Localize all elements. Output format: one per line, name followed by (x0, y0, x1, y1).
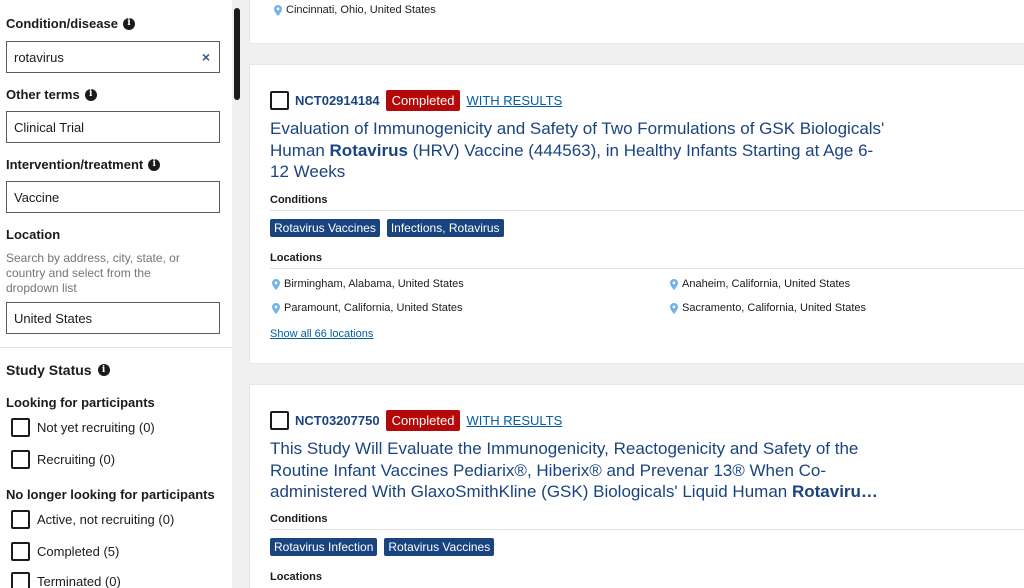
conditions-tags: Rotavirus Vaccines Infections, Rotavirus (270, 219, 504, 237)
clear-icon[interactable]: × (202, 49, 210, 65)
sidebar-scrollbar-thumb[interactable] (234, 8, 240, 100)
group-title: Looking for participants (6, 395, 155, 410)
divider (0, 347, 232, 348)
nct-id[interactable]: NCT03207750 (295, 413, 380, 428)
status-checkbox-not-yet-recruiting[interactable]: Not yet recruiting (0) (11, 418, 155, 437)
checkbox[interactable] (11, 418, 30, 437)
checkbox[interactable] (11, 450, 30, 469)
info-icon[interactable]: i (148, 158, 161, 171)
status-checkbox-terminated[interactable]: Terminated (0) (11, 572, 121, 588)
card-header: NCT02914184 Completed WITH RESULTS (270, 90, 562, 111)
location-item: Birmingham, Alabama, United States (272, 278, 464, 290)
filter-sidebar: Condition/disease i rotavirus × Other te… (0, 0, 232, 588)
location-item: Paramount, California, United States (272, 302, 463, 314)
checkbox[interactable] (11, 572, 30, 588)
locations-label: Locations (270, 571, 322, 583)
checkbox[interactable] (11, 510, 30, 529)
map-pin-icon (670, 278, 678, 290)
status-checkbox-completed[interactable]: Completed (5) (11, 542, 119, 561)
location-label: Location (6, 227, 61, 242)
info-icon[interactable]: i (97, 364, 110, 376)
locations-label: Locations (270, 252, 322, 264)
map-pin-icon (670, 302, 678, 314)
status-checkbox-recruiting[interactable]: Recruiting (0) (11, 450, 115, 469)
group-title: No longer looking for participants (6, 487, 215, 502)
nct-id[interactable]: NCT02914184 (295, 93, 380, 108)
with-results-link[interactable]: WITH RESULTS (466, 93, 562, 108)
divider (270, 529, 1024, 530)
location-item: Cincinnati, Ohio, United States (274, 4, 436, 16)
location-hint: Search by address, city, state, or count… (6, 251, 180, 295)
status-checkbox-active-not-recruiting[interactable]: Active, not recruiting (0) (11, 510, 174, 529)
study-card: NCT02914184 Completed WITH RESULTS Evalu… (249, 64, 1024, 364)
location-input[interactable]: United States (6, 302, 220, 334)
condition-label: Condition/disease i (6, 16, 135, 31)
condition-tag[interactable]: Rotavirus Infection (270, 538, 378, 556)
study-card: NCT03207750 Completed WITH RESULTS This … (249, 384, 1024, 588)
condition-input[interactable]: rotavirus × (6, 41, 220, 73)
study-title-link[interactable]: Evaluation of Immunogenicity and Safety … (270, 118, 890, 183)
divider (270, 210, 1024, 211)
info-icon[interactable]: i (122, 17, 135, 30)
select-study-checkbox[interactable] (270, 91, 289, 110)
map-pin-icon (272, 278, 280, 290)
condition-tag[interactable]: Rotavirus Vaccines (270, 219, 380, 237)
results-list: Cincinnati, Ohio, United States NCT02914… (242, 0, 1024, 588)
location-item: Sacramento, California, United States (670, 302, 866, 314)
info-icon[interactable]: i (84, 88, 97, 101)
intervention-label: Intervention/treatment i (6, 157, 161, 172)
status-badge: Completed (385, 90, 461, 111)
with-results-link[interactable]: WITH RESULTS (466, 413, 562, 428)
other-terms-input[interactable]: Clinical Trial (6, 111, 220, 143)
location-item: Anaheim, California, United States (670, 278, 850, 290)
checkbox[interactable] (11, 542, 30, 561)
condition-tag[interactable]: Rotavirus Vaccines (384, 538, 495, 556)
conditions-label: Conditions (270, 194, 328, 206)
show-all-locations-link[interactable]: Show all 66 locations (270, 328, 373, 340)
conditions-label: Conditions (270, 513, 328, 525)
condition-tag[interactable]: Infections, Rotavirus (386, 219, 504, 237)
intervention-input[interactable]: Vaccine (6, 181, 220, 213)
map-pin-icon (274, 4, 282, 16)
study-status-title: Study Status i (6, 362, 110, 378)
conditions-tags: Rotavirus Infection Rotavirus Vaccines (270, 538, 495, 556)
card-header: NCT03207750 Completed WITH RESULTS (270, 410, 562, 431)
select-study-checkbox[interactable] (270, 411, 289, 430)
status-badge: Completed (385, 410, 461, 431)
study-card: Cincinnati, Ohio, United States (249, 0, 1024, 44)
study-title-link[interactable]: This Study Will Evaluate the Immunogenic… (270, 438, 890, 503)
divider (270, 268, 1024, 269)
map-pin-icon (272, 302, 280, 314)
other-terms-label: Other terms i (6, 87, 97, 102)
